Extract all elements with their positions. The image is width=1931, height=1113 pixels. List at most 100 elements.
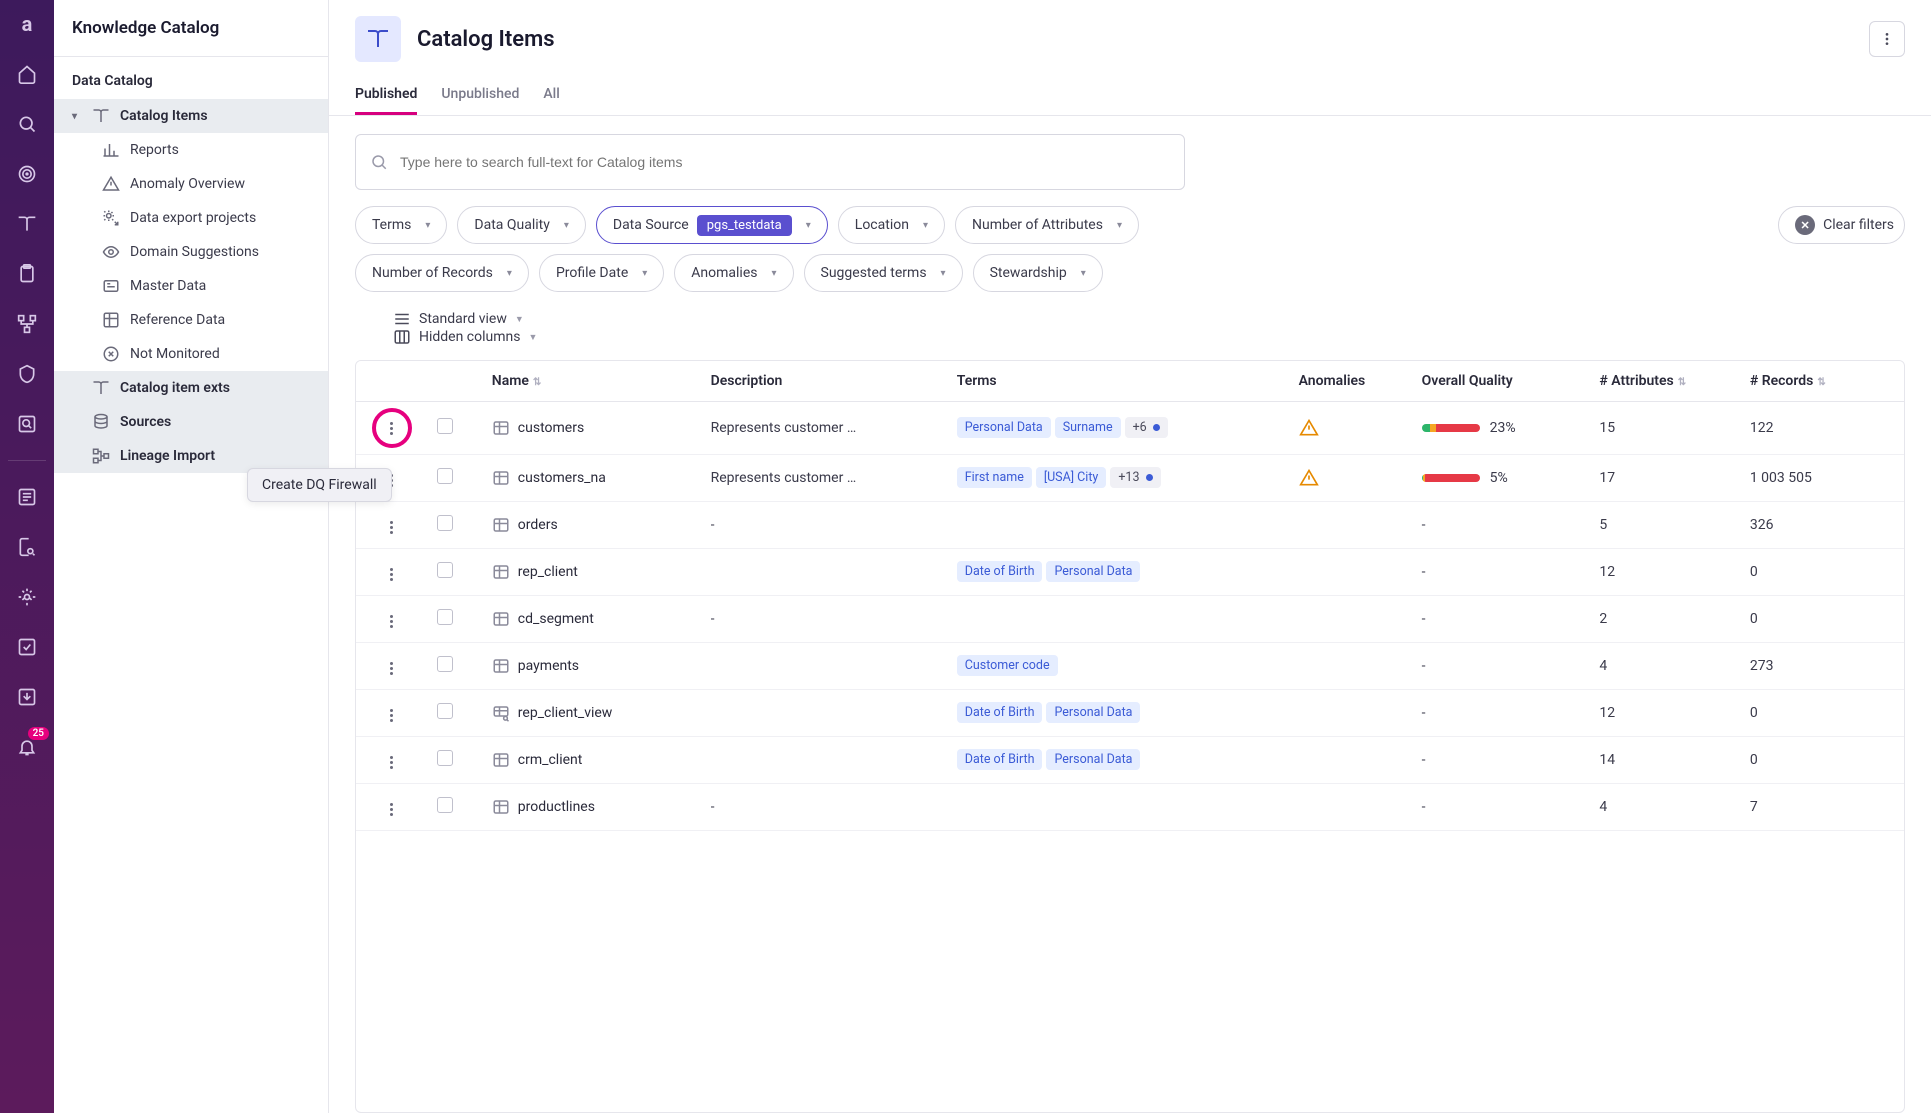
row-attributes: 4 — [1589, 784, 1739, 831]
table-row[interactable]: rep_client_viewDate of BirthPersonal Dat… — [356, 690, 1904, 737]
term-chip[interactable]: Customer code — [957, 655, 1058, 676]
term-chip[interactable]: Personal Data — [1046, 561, 1140, 582]
term-chip[interactable]: Date of Birth — [957, 749, 1043, 770]
term-chip[interactable]: [USA] City — [1036, 467, 1106, 488]
row-checkbox[interactable] — [437, 468, 453, 484]
lookup-icon[interactable] — [11, 408, 43, 440]
term-chip[interactable]: Personal Data — [1046, 749, 1140, 770]
filter-data-quality[interactable]: Data Quality▾ — [457, 206, 585, 244]
chevron-down-icon: ▾ — [800, 220, 817, 231]
col-anomalies[interactable]: Anomalies — [1289, 361, 1412, 402]
row-menu-button[interactable] — [376, 412, 408, 444]
filter-stewardship[interactable]: Stewardship▾ — [973, 254, 1103, 292]
row-checkbox[interactable] — [437, 656, 453, 672]
term-chip[interactable]: Personal Data — [1046, 702, 1140, 723]
filter-number-of-records[interactable]: Number of Records▾ — [355, 254, 529, 292]
sidebar-item-sources[interactable]: Sources — [54, 405, 328, 439]
table-row[interactable]: productlines--47 — [356, 784, 1904, 831]
row-menu-button[interactable] — [386, 705, 397, 726]
filter-terms[interactable]: Terms▾ — [355, 206, 447, 244]
table-row[interactable]: customersRepresents customer …Personal D… — [356, 402, 1904, 455]
row-checkbox[interactable] — [437, 797, 453, 813]
sidebar-item-data-export-projects[interactable]: Data export projects — [54, 201, 328, 235]
warning-icon — [1299, 468, 1402, 488]
target-icon[interactable] — [11, 158, 43, 190]
x-circle-icon — [102, 345, 120, 363]
logo-icon[interactable]: a — [11, 8, 43, 40]
filter-data-source[interactable]: Data Sourcepgs_testdata▾ — [596, 206, 828, 244]
table-row[interactable]: paymentsCustomer code-4273 — [356, 643, 1904, 690]
list-icon — [393, 310, 411, 328]
filter-suggested-terms[interactable]: Suggested terms▾ — [804, 254, 963, 292]
term-chip[interactable]: Personal Data — [957, 417, 1051, 438]
sidebar-item-label: Not Monitored — [130, 346, 220, 362]
row-menu-button[interactable] — [386, 752, 397, 773]
sidebar-item-catalog-items[interactable]: ▾Catalog Items — [54, 99, 328, 133]
search-icon[interactable] — [11, 108, 43, 140]
table-row[interactable]: orders--5326 — [356, 502, 1904, 549]
term-chip[interactable]: Surname — [1055, 417, 1121, 438]
filter-number-of-attributes[interactable]: Number of Attributes▾ — [955, 206, 1139, 244]
hidden-columns-dropdown[interactable]: Hidden columns ▼ — [393, 328, 537, 346]
book-icon[interactable] — [11, 208, 43, 240]
clear-filters-button[interactable]: ✕Clear filters — [1778, 206, 1905, 244]
sidebar-item-reference-data[interactable]: Reference Data — [54, 303, 328, 337]
search-input[interactable] — [400, 154, 1170, 170]
filter-location[interactable]: Location▾ — [838, 206, 945, 244]
bell-icon[interactable]: 25 — [11, 731, 43, 763]
view-standard-dropdown[interactable]: Standard view ▼ — [393, 310, 537, 328]
row-records: 7 — [1740, 784, 1904, 831]
table-row[interactable]: cd_segment--20 — [356, 596, 1904, 643]
tab-all[interactable]: All — [543, 86, 559, 115]
terms-more[interactable]: +6 — [1125, 417, 1168, 438]
row-checkbox[interactable] — [437, 703, 453, 719]
col-attributes[interactable]: # Attributes⇅ — [1589, 361, 1739, 402]
sidebar-item-anomaly-overview[interactable]: Anomaly Overview — [54, 167, 328, 201]
filter-anomalies[interactable]: Anomalies▾ — [674, 254, 793, 292]
table-row[interactable]: rep_clientDate of BirthPersonal Data-120 — [356, 549, 1904, 596]
sidebar-item-not-monitored[interactable]: Not Monitored — [54, 337, 328, 371]
col-description[interactable]: Description — [701, 361, 947, 402]
row-menu-button[interactable] — [386, 517, 397, 538]
sidebar-item-domain-suggestions[interactable]: Domain Suggestions — [54, 235, 328, 269]
row-checkbox[interactable] — [437, 750, 453, 766]
row-checkbox[interactable] — [437, 562, 453, 578]
table-row[interactable]: customers_naRepresents customer …First n… — [356, 455, 1904, 502]
col-records[interactable]: # Records⇅ — [1740, 361, 1904, 402]
row-menu-button[interactable] — [386, 611, 397, 632]
download-icon[interactable] — [11, 681, 43, 713]
check-icon[interactable] — [11, 631, 43, 663]
table-icon — [492, 751, 510, 769]
doc-search-icon[interactable] — [11, 531, 43, 563]
filter-profile-date[interactable]: Profile Date▾ — [539, 254, 664, 292]
search-box[interactable] — [355, 134, 1185, 190]
home-icon[interactable] — [11, 58, 43, 90]
term-chip[interactable]: Date of Birth — [957, 561, 1043, 582]
tab-published[interactable]: Published — [355, 86, 417, 115]
row-checkbox[interactable] — [437, 515, 453, 531]
clipboard-icon[interactable] — [11, 258, 43, 290]
row-checkbox[interactable] — [437, 609, 453, 625]
sidebar-item-reports[interactable]: Reports — [54, 133, 328, 167]
col-name[interactable]: Name⇅ — [482, 361, 701, 402]
col-terms[interactable]: Terms — [947, 361, 1289, 402]
row-menu-button[interactable] — [386, 658, 397, 679]
page-menu-button[interactable] — [1869, 21, 1905, 57]
sidebar-item-catalog-item-exts[interactable]: Catalog item exts — [54, 371, 328, 405]
tab-unpublished[interactable]: Unpublished — [441, 86, 519, 115]
col-quality[interactable]: Overall Quality — [1412, 361, 1590, 402]
term-chip[interactable]: Date of Birth — [957, 702, 1043, 723]
flow-icon[interactable] — [11, 308, 43, 340]
shield-icon[interactable] — [11, 358, 43, 390]
table-row[interactable]: crm_clientDate of BirthPersonal Data-140 — [356, 737, 1904, 784]
terms-more[interactable]: +13 — [1110, 467, 1160, 488]
gear-icon[interactable] — [11, 581, 43, 613]
term-chip[interactable]: First name — [957, 467, 1032, 488]
sidebar-item-master-data[interactable]: Master Data — [54, 269, 328, 303]
row-menu-button[interactable] — [386, 564, 397, 585]
main: Catalog Items Published Unpublished All Te… — [329, 0, 1931, 1113]
list-icon[interactable] — [11, 481, 43, 513]
page-title: Catalog Items — [417, 27, 555, 52]
row-menu-button[interactable] — [386, 799, 397, 820]
row-checkbox[interactable] — [437, 418, 453, 434]
